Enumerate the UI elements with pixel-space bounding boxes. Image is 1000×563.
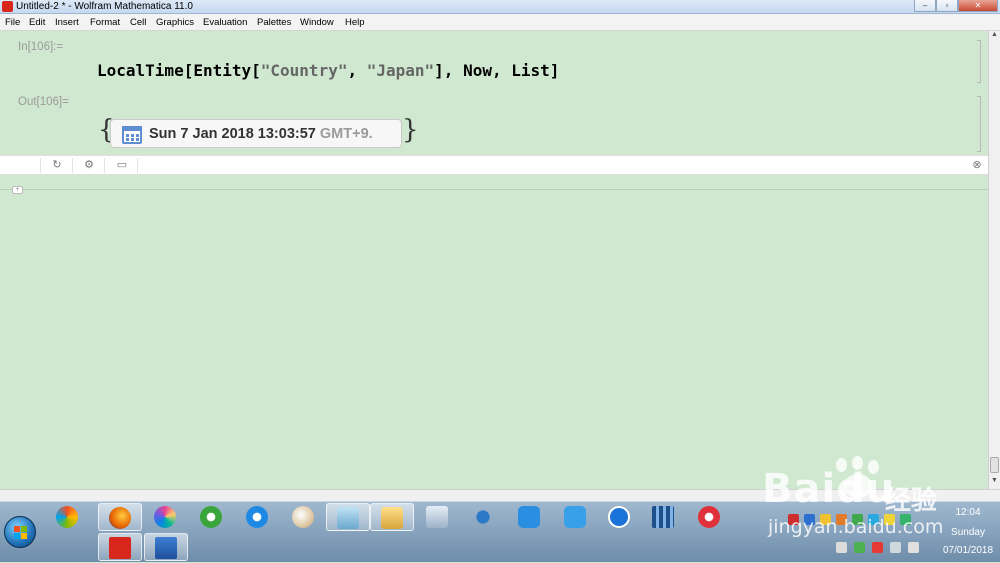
calculator-icon: [426, 506, 448, 528]
clock-date: 07/01/2018: [943, 545, 994, 556]
vertical-scrollbar[interactable]: ▲ ▼: [988, 31, 1000, 489]
menu-format[interactable]: Format: [90, 17, 120, 28]
cloud-icon: [518, 506, 540, 528]
taskbar-firefox[interactable]: [98, 503, 142, 531]
watermark-brand-cn: 经验: [885, 486, 938, 516]
file-explorer-icon: [381, 507, 403, 529]
output-label: Out[106]=: [18, 96, 69, 108]
input-cell[interactable]: LocalTime[Entity["Country", "Japan"], No…: [97, 61, 559, 80]
word-icon: [155, 537, 177, 559]
taskbar-stickynotes[interactable]: [326, 503, 370, 531]
taskbar-bird[interactable]: [462, 503, 506, 531]
title-bar: Untitled-2 * - Wolfram Mathematica 11.0 …: [0, 0, 1000, 14]
date-object[interactable]: Sun 7 Jan 2018 13:03:57 GMT+9.: [110, 119, 402, 148]
taskbar-explorer[interactable]: [370, 503, 414, 531]
menu-edit[interactable]: Edit: [29, 17, 45, 28]
code-part: ], Now, List]: [434, 61, 560, 80]
scrollbar-thumb[interactable]: [990, 457, 999, 473]
output-cell-bracket[interactable]: [977, 96, 981, 152]
notebook-area[interactable]: [0, 31, 988, 489]
string-japan: "Japan": [366, 61, 435, 80]
cell-insertion-line[interactable]: [0, 189, 988, 190]
menu-evaluation[interactable]: Evaluation: [203, 17, 247, 28]
refresh-icon[interactable]: ↻: [48, 158, 66, 173]
tray-icon[interactable]: [836, 542, 847, 553]
mathematica-icon: [2, 1, 13, 12]
menu-graphics[interactable]: Graphics: [156, 17, 194, 28]
taskbar-player[interactable]: [688, 503, 732, 531]
taskbar-colors[interactable]: [144, 503, 188, 531]
code-part: LocalTime[Entity[: [97, 61, 261, 80]
watermark-url: jingyan.baidu.com: [768, 516, 944, 538]
calendar-icon: [122, 126, 142, 144]
menu-insert[interactable]: Insert: [55, 17, 79, 28]
tray-icon[interactable]: [872, 542, 883, 553]
menu-help[interactable]: Help: [345, 17, 365, 28]
menu-palettes[interactable]: Palettes: [257, 17, 291, 28]
play-icon: [698, 506, 720, 528]
close-icon[interactable]: ⊗: [968, 158, 986, 173]
edit-icon: [564, 506, 586, 528]
comment-icon[interactable]: ▭: [113, 158, 131, 173]
taskbar-calculator[interactable]: [416, 503, 460, 531]
taskbar-mathematica[interactable]: [98, 533, 142, 561]
taskbar-browser-green[interactable]: [190, 503, 234, 531]
string-country: "Country": [260, 61, 348, 80]
taskbar-ie[interactable]: [236, 503, 280, 531]
taskbar-edit[interactable]: [554, 503, 598, 531]
k-icon: [608, 506, 630, 528]
minimize-button[interactable]: –: [914, 0, 936, 12]
stickynotes-icon: [337, 507, 359, 529]
maximize-button[interactable]: ▫: [936, 0, 958, 12]
taskbar-film[interactable]: [642, 503, 686, 531]
suggestions-bar: ↻ ⚙ ▭ ⊗: [0, 155, 988, 175]
date-text: Sun 7 Jan 2018 13:03:57 GMT+9.: [149, 126, 373, 142]
output-close-brace: }: [402, 115, 419, 145]
internet-explorer-icon: [246, 506, 268, 528]
taskbar-word[interactable]: [144, 533, 188, 561]
menu-file[interactable]: File: [5, 17, 20, 28]
volume-icon[interactable]: [908, 542, 919, 553]
clock-day: Sunday: [951, 527, 985, 538]
film-icon: [652, 506, 674, 528]
shield-icon[interactable]: [854, 542, 865, 553]
input-label: In[106]:=: [18, 41, 64, 53]
time-zone: GMT+9.: [319, 126, 373, 142]
network-icon[interactable]: [890, 542, 901, 553]
input-cell-bracket[interactable]: [977, 40, 981, 83]
gear-icon[interactable]: ⚙: [80, 158, 98, 173]
taskbar-app-colors[interactable]: [46, 503, 90, 531]
firefox-icon: [109, 507, 131, 529]
taskbar-k[interactable]: [598, 503, 642, 531]
close-button[interactable]: ✕: [958, 0, 998, 12]
bird-icon: [472, 506, 494, 528]
date-value: Sun 7 Jan 2018 13:03:57: [149, 126, 316, 142]
start-button[interactable]: [4, 516, 36, 548]
menu-cell[interactable]: Cell: [130, 17, 146, 28]
ie-green-icon: [200, 506, 222, 528]
menu-bar: File Edit Insert Format Cell Graphics Ev…: [0, 14, 1000, 31]
watermark-brand: Baidu: [762, 466, 896, 512]
scroll-down-icon[interactable]: ▼: [989, 477, 1000, 487]
code-part: ,: [347, 61, 367, 80]
mathematica-icon: [109, 537, 131, 559]
menu-window[interactable]: Window: [300, 17, 334, 28]
clock[interactable]: 12:04 Sunday 07/01/2018: [943, 506, 993, 557]
taskbar-paint[interactable]: [282, 503, 326, 531]
paint-icon: [292, 506, 314, 528]
window-title: Untitled-2 * - Wolfram Mathematica 11.0: [16, 1, 193, 12]
colors-icon: [154, 506, 176, 528]
clock-time: 12:04: [955, 507, 981, 518]
scroll-up-icon[interactable]: ▲: [989, 31, 1000, 41]
cell-insertion-marker[interactable]: +: [12, 186, 23, 194]
taskbar-cloud[interactable]: [508, 503, 552, 531]
